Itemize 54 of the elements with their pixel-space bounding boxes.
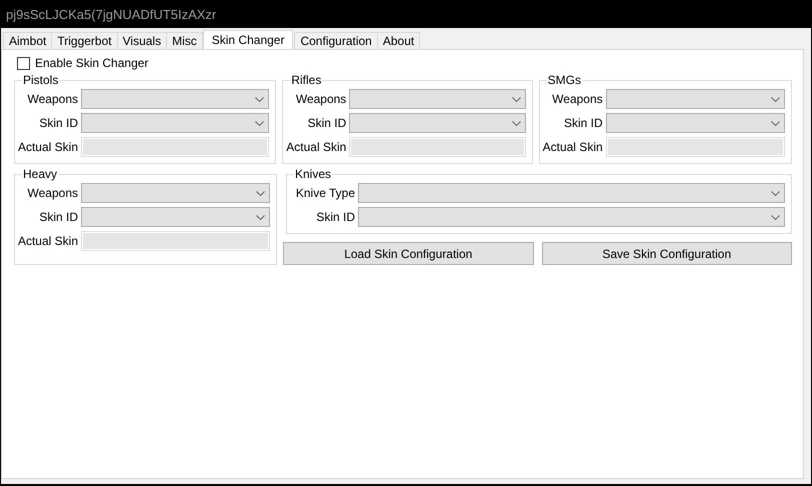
group-title: SMGs xyxy=(546,73,582,87)
dropdown[interactable] xyxy=(81,207,270,227)
dropdown[interactable] xyxy=(81,89,270,109)
dropdown[interactable] xyxy=(81,183,270,203)
chevron-down-icon xyxy=(255,120,264,126)
dropdown[interactable] xyxy=(606,113,785,133)
field-label: Skin ID xyxy=(306,116,346,130)
chevron-down-icon xyxy=(256,214,265,220)
chevron-down-icon xyxy=(771,190,780,196)
field-label: Actual Skin xyxy=(17,234,78,248)
field-label: Skin ID xyxy=(562,116,603,130)
checkbox[interactable] xyxy=(17,56,30,70)
action-button[interactable]: Save Skin Configuration xyxy=(542,242,792,265)
text-field[interactable] xyxy=(81,231,270,251)
dropdown[interactable] xyxy=(349,113,526,133)
dropdown[interactable] xyxy=(358,207,785,227)
group-title: Knives xyxy=(294,167,332,181)
group-title: Heavy xyxy=(22,167,58,181)
field-label: Actual Skin xyxy=(17,140,78,154)
group-title: Rifles xyxy=(290,73,322,87)
action-button[interactable]: Load Skin Configuration xyxy=(283,242,534,265)
field-label: Actual Skin xyxy=(285,140,346,154)
dropdown[interactable] xyxy=(606,89,785,109)
field-label: Weapons xyxy=(294,92,346,106)
tab[interactable]: Aimbot xyxy=(3,32,52,49)
dropdown[interactable] xyxy=(81,113,270,133)
field-label: Skin ID xyxy=(38,116,78,130)
window-title: pj9sScLJCKa5(7jgNUADfUT5IzAXzr xyxy=(0,0,811,28)
field-label: Skin ID xyxy=(38,210,78,224)
field-label: Knive Type xyxy=(294,186,355,200)
chevron-down-icon xyxy=(256,190,265,196)
field-label: Weapons xyxy=(26,92,78,106)
chevron-down-icon xyxy=(512,120,521,126)
field-label: Skin ID xyxy=(315,210,355,224)
text-field[interactable] xyxy=(81,137,270,157)
chevron-down-icon xyxy=(771,96,780,102)
dropdown[interactable] xyxy=(349,89,526,109)
tab[interactable]: Configuration xyxy=(294,32,378,49)
chevron-down-icon xyxy=(771,120,780,126)
dropdown[interactable] xyxy=(358,183,785,203)
chevron-down-icon xyxy=(771,214,780,220)
tab[interactable]: About xyxy=(376,32,420,49)
field-label: Weapons xyxy=(26,186,78,200)
tab[interactable]: Skin Changer xyxy=(202,30,294,49)
field-label: Weapons xyxy=(551,92,603,106)
field-label: Actual Skin xyxy=(542,140,603,154)
group-title: Pistols xyxy=(22,73,60,87)
checkbox-label[interactable]: Enable Skin Changer xyxy=(35,56,148,70)
tab[interactable]: Misc xyxy=(166,32,203,49)
text-field[interactable] xyxy=(606,137,785,157)
chevron-down-icon xyxy=(512,96,521,102)
text-field[interactable] xyxy=(349,137,526,157)
tab[interactable]: Triggerbot xyxy=(51,32,118,49)
chevron-down-icon xyxy=(255,96,264,102)
